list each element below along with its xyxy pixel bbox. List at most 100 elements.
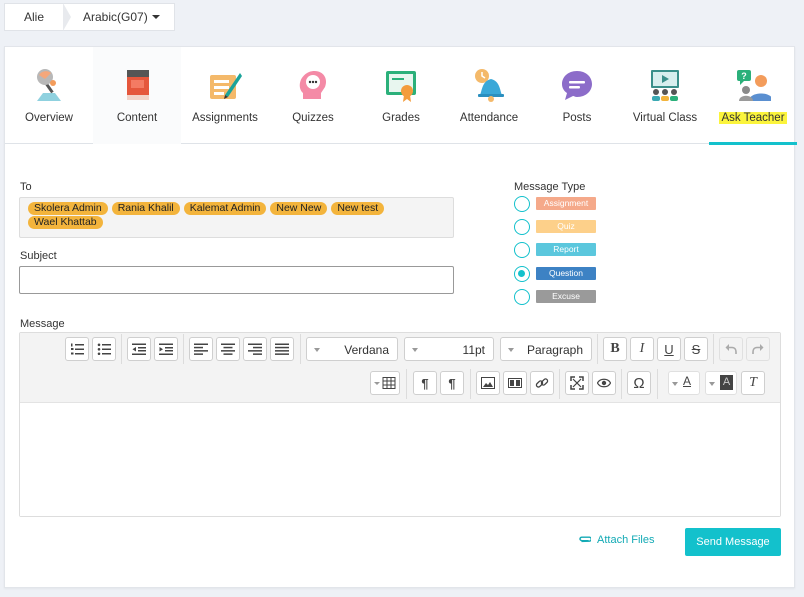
indent-button[interactable] bbox=[154, 337, 178, 361]
toolbar-separator bbox=[470, 369, 471, 399]
background-color-button[interactable]: A bbox=[705, 371, 737, 395]
book-icon bbox=[127, 70, 149, 100]
toolbar-separator bbox=[621, 369, 622, 399]
text-color-button[interactable]: A bbox=[668, 371, 700, 395]
special-character-button[interactable]: Ω bbox=[627, 371, 651, 395]
message-type-tag: Question bbox=[536, 267, 596, 280]
recipients-field[interactable]: Skolera Admin Rania Khalil Kalemat Admin… bbox=[19, 197, 454, 238]
message-type-assignment[interactable]: Assignment bbox=[514, 196, 604, 212]
send-message-button[interactable]: Send Message bbox=[685, 528, 781, 556]
numbered-list-icon bbox=[71, 343, 84, 355]
insert-link-button[interactable] bbox=[530, 371, 554, 395]
tab-overview[interactable]: Overview bbox=[5, 47, 93, 144]
tab-quizzes[interactable]: Quizzes bbox=[269, 47, 357, 144]
align-left-icon bbox=[194, 343, 208, 355]
redo-button[interactable] bbox=[746, 337, 770, 361]
chevron-down-icon bbox=[412, 348, 418, 352]
course-dropdown[interactable]: Arabic(G07) bbox=[63, 4, 174, 30]
underline-button[interactable]: U bbox=[657, 337, 681, 361]
radio-button-selected[interactable] bbox=[514, 266, 530, 282]
ltr-button[interactable]: ¶ bbox=[413, 371, 437, 395]
message-type-label: Message Type bbox=[514, 181, 586, 193]
virtual-class-icon bbox=[651, 70, 679, 101]
toolbar-separator bbox=[657, 369, 658, 399]
font-family-value: Verdana bbox=[344, 343, 389, 357]
outdent-button[interactable] bbox=[127, 337, 151, 361]
recipient-chip[interactable]: Kalemat Admin bbox=[183, 202, 267, 215]
justify-button[interactable] bbox=[270, 337, 294, 361]
align-center-button[interactable] bbox=[216, 337, 240, 361]
tab-posts[interactable]: Posts bbox=[533, 47, 621, 144]
attach-files-button[interactable]: Attach Files bbox=[579, 533, 654, 547]
message-type-question[interactable]: Question bbox=[514, 266, 604, 282]
tab-label: Virtual Class bbox=[632, 112, 698, 124]
tab-content[interactable]: Content bbox=[93, 47, 181, 144]
tab-assignments[interactable]: Assignments bbox=[181, 47, 269, 144]
background-color-icon: A bbox=[720, 375, 733, 390]
toolbar-separator bbox=[713, 334, 714, 364]
bold-button[interactable]: B bbox=[603, 337, 627, 361]
font-family-select[interactable]: Verdana bbox=[306, 337, 398, 361]
align-right-button[interactable] bbox=[243, 337, 267, 361]
indent-icon bbox=[159, 343, 173, 355]
insert-image-button[interactable] bbox=[476, 371, 500, 395]
quiz-icon bbox=[299, 71, 327, 99]
preview-button[interactable] bbox=[592, 371, 616, 395]
editor-toolbar: Verdana 11pt Paragraph B I U S ¶ ¶ Ω A A… bbox=[20, 333, 780, 403]
insert-media-button[interactable] bbox=[503, 371, 527, 395]
fullscreen-button[interactable] bbox=[565, 371, 589, 395]
tab-attendance[interactable]: Attendance bbox=[445, 47, 533, 144]
recipient-chip[interactable]: Skolera Admin bbox=[28, 202, 108, 215]
recipient-chip[interactable]: New New bbox=[270, 202, 328, 215]
recipient-chip[interactable]: New test bbox=[331, 202, 385, 215]
svg-text:?: ? bbox=[741, 71, 747, 81]
align-right-icon bbox=[248, 343, 262, 355]
chevron-down-icon bbox=[314, 348, 320, 352]
italic-button[interactable]: I bbox=[630, 337, 654, 361]
bell-icon bbox=[475, 69, 504, 102]
radio-button[interactable] bbox=[514, 289, 530, 305]
block-format-value: Paragraph bbox=[526, 343, 583, 357]
rtl-button[interactable]: ¶ bbox=[440, 371, 464, 395]
message-type-tag: Excuse bbox=[536, 290, 596, 303]
numbered-list-button[interactable] bbox=[65, 337, 89, 361]
main-panel: Overview Content Assignments Quizzes Gra… bbox=[4, 46, 797, 588]
tab-virtual-class[interactable]: Virtual Class bbox=[621, 47, 709, 144]
strikethrough-button[interactable]: S bbox=[684, 337, 708, 361]
message-type-report[interactable]: Report bbox=[514, 242, 604, 258]
table-button[interactable] bbox=[370, 371, 400, 395]
toolbar-separator bbox=[406, 369, 407, 399]
font-size-select[interactable]: 11pt bbox=[404, 337, 494, 361]
align-left-button[interactable] bbox=[189, 337, 213, 361]
message-type-quiz[interactable]: Quiz bbox=[514, 219, 604, 235]
chevron-down-icon bbox=[672, 382, 678, 386]
radio-button[interactable] bbox=[514, 196, 530, 212]
radio-button[interactable] bbox=[514, 242, 530, 258]
tab-label: Content bbox=[116, 112, 158, 124]
tab-label: Overview bbox=[25, 112, 73, 124]
breadcrumb-user[interactable]: Alie bbox=[5, 3, 71, 31]
font-size-value: 11pt bbox=[462, 343, 485, 357]
message-type-tag: Assignment bbox=[536, 197, 596, 210]
tab-label-highlight: Ask Teacher bbox=[719, 112, 787, 124]
subject-label: Subject bbox=[20, 250, 57, 262]
clear-formatting-button[interactable]: T bbox=[741, 371, 765, 395]
block-format-select[interactable]: Paragraph bbox=[500, 337, 592, 361]
certificate-icon bbox=[386, 71, 416, 102]
tab-label: Grades bbox=[382, 112, 420, 124]
bullet-list-icon bbox=[97, 343, 111, 355]
course-tabs: Overview Content Assignments Quizzes Gra… bbox=[5, 47, 797, 145]
undo-button[interactable] bbox=[719, 337, 743, 361]
outdent-icon bbox=[132, 343, 146, 355]
message-type-excuse[interactable]: Excuse bbox=[514, 289, 604, 305]
recipient-chip[interactable]: Wael Khattab bbox=[28, 216, 103, 229]
message-label: Message bbox=[20, 318, 65, 330]
message-body[interactable] bbox=[20, 403, 780, 516]
tab-ask-teacher[interactable]: ? Ask Teacher bbox=[709, 47, 797, 145]
recipient-chip[interactable]: Rania Khalil bbox=[111, 202, 180, 215]
bullet-list-button[interactable] bbox=[92, 337, 116, 361]
course-dropdown-label: Arabic(G07) bbox=[83, 10, 148, 24]
tab-grades[interactable]: Grades bbox=[357, 47, 445, 144]
radio-button[interactable] bbox=[514, 219, 530, 235]
subject-input[interactable] bbox=[19, 266, 454, 294]
